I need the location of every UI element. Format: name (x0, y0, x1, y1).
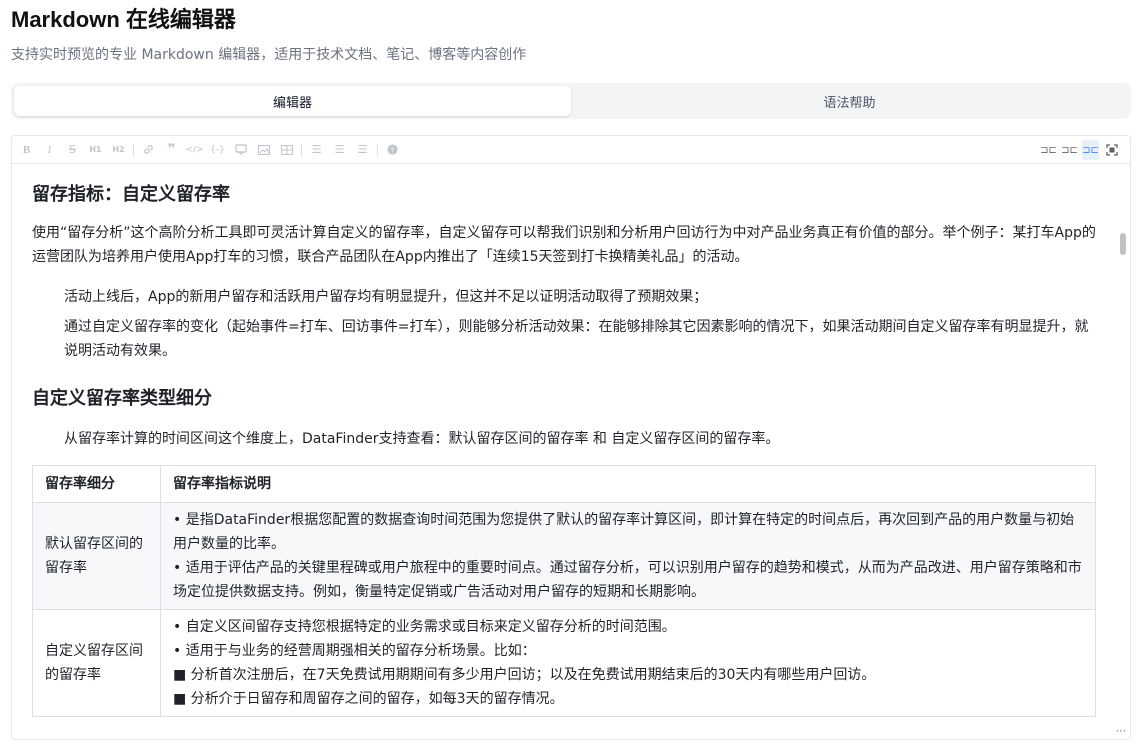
preview-mode-icon[interactable]: ⊐⊏ (1082, 140, 1099, 160)
toolbar-mode-switch: ⊐⊏ ⊐⊏ ⊐⊏ (1040, 140, 1124, 160)
edit-mode-icon[interactable]: ⊐⊏ (1040, 140, 1057, 160)
mode-tabs: 编辑器 语法帮助 (11, 83, 1131, 119)
preview-content: 留存指标：自定义留存率 使用“留存分析”这个高阶分析工具即可灵活计算自定义的留存… (12, 165, 1116, 739)
toolbar-divider (301, 143, 302, 156)
table-cell-desc: • 是指DataFinder根据您配置的数据查询时间范围为您提供了默认的留存率计… (160, 502, 1096, 610)
table-cell-line: • 适用于评估产品的关键里程碑或用户旅程中的重要时间点。通过留存分析，可以识别用… (173, 560, 1082, 600)
italic-icon[interactable]: I (41, 140, 58, 160)
table-header-row: 留存率细分 留存率指标说明 (32, 465, 1096, 503)
quote-icon[interactable]: ❞ (163, 140, 180, 160)
table-header-cell: 留存率细分 (32, 465, 161, 503)
table-icon[interactable] (278, 140, 295, 160)
page-title: Markdown 在线编辑器 (11, 7, 236, 32)
link-icon[interactable] (140, 140, 157, 160)
scrollbar-thumb[interactable] (1120, 233, 1126, 255)
comment-icon[interactable] (232, 140, 249, 160)
toolbar-divider (133, 143, 134, 156)
table-cell-desc: • 自定义区间留存支持您根据特定的业务需求或目标来定义留存分析的时间范围。 • … (160, 609, 1096, 717)
table-cell-line: • 是指DataFinder根据您配置的数据查询时间范围为您提供了默认的留存率计… (173, 512, 1075, 552)
table-row: 默认留存区间的留存率 • 是指DataFinder根据您配置的数据查询时间范围为… (32, 502, 1096, 610)
table-cell-line: • 适用于与业务的经营周期强相关的留存分析场景。比如： (173, 643, 536, 659)
unordered-list-icon[interactable]: ☰ (308, 140, 325, 160)
table-header-cell: 留存率指标说明 (160, 465, 1096, 503)
toolbar-divider (377, 143, 378, 156)
code-icon[interactable]: </> (185, 140, 203, 160)
markdown-editor: B I S H1 H2 ❞ </> {-} ☰ ☰ ☰ ? ⊐⊏ ⊐⊏ ⊐⊏ 留… (11, 135, 1131, 740)
fullscreen-icon[interactable] (1103, 140, 1120, 160)
task-list-icon[interactable]: ☰ (354, 140, 371, 160)
paragraph-intro: 使用“留存分析”这个高阶分析工具即可灵活计算自定义的留存率，自定义留存可以帮我们… (32, 225, 1096, 265)
resize-handle-icon[interactable]: ⋯ (1116, 726, 1126, 737)
ordered-list-icon[interactable]: ☰ (331, 140, 348, 160)
bold-icon[interactable]: B (18, 140, 35, 160)
heading-icon[interactable]: H1 (87, 140, 104, 160)
vertical-scrollbar[interactable] (1118, 165, 1128, 739)
table-cell-line: ■ 分析介于日留存和周留存之间的留存，如每3天的留存情况。 (173, 691, 564, 707)
strikethrough-icon[interactable]: S (64, 140, 81, 160)
help-icon[interactable]: ? (384, 140, 401, 160)
code-block-icon[interactable]: {-} (209, 140, 226, 160)
tab-syntax-help[interactable]: 语法帮助 (571, 86, 1128, 116)
retention-table: 留存率细分 留存率指标说明 默认留存区间的留存率 • 是指DataFinder根… (32, 465, 1096, 717)
paragraph-datafinder: 从留存率计算的时间区间这个维度上，DataFinder支持查看：默认留存区间的留… (64, 431, 780, 447)
svg-text:?: ? (391, 145, 395, 154)
heading-alt-icon[interactable]: H2 (110, 140, 127, 160)
split-mode-icon[interactable]: ⊐⊏ (1061, 140, 1078, 160)
editor-toolbar: B I S H1 H2 ❞ </> {-} ☰ ☰ ☰ ? ⊐⊏ ⊐⊏ ⊐⊏ (12, 136, 1130, 164)
table-cell-line: ■ 分析首次注册后，在7天免费试用期期间有多少用户回访；以及在免费试用期结束后的… (173, 667, 876, 683)
table-row: 自定义留存区间的留存率 • 自定义区间留存支持您根据特定的业务需求或目标来定义留… (32, 609, 1096, 717)
table-cell-name: 默认留存区间的留存率 (32, 502, 161, 610)
page-subtitle: 支持实时预览的专业 Markdown 编辑器，适用于技术文档、笔记、博客等内容创… (11, 47, 527, 63)
paragraph-activity: 活动上线后，App的新用户留存和活跃用户留存均有明显提升，但这并不足以证明活动取… (64, 289, 708, 305)
heading-retention-types: 自定义留存率类型细分 (32, 388, 212, 409)
table-cell-name: 自定义留存区间的留存率 (32, 609, 161, 717)
paragraph-custom-retention: 通过自定义留存率的变化（起始事件=打车、回访事件=打车），则能够分析活动效果：在… (64, 319, 1089, 359)
heading-retention-metric: 留存指标：自定义留存率 (32, 184, 230, 205)
tab-editor[interactable]: 编辑器 (14, 86, 571, 116)
page-header: Markdown 在线编辑器 支持实时预览的专业 Markdown 编辑器，适用… (11, 6, 526, 64)
image-icon[interactable] (255, 140, 272, 160)
table-cell-line: • 自定义区间留存支持您根据特定的业务需求或目标来定义留存分析的时间范围。 (173, 619, 676, 635)
